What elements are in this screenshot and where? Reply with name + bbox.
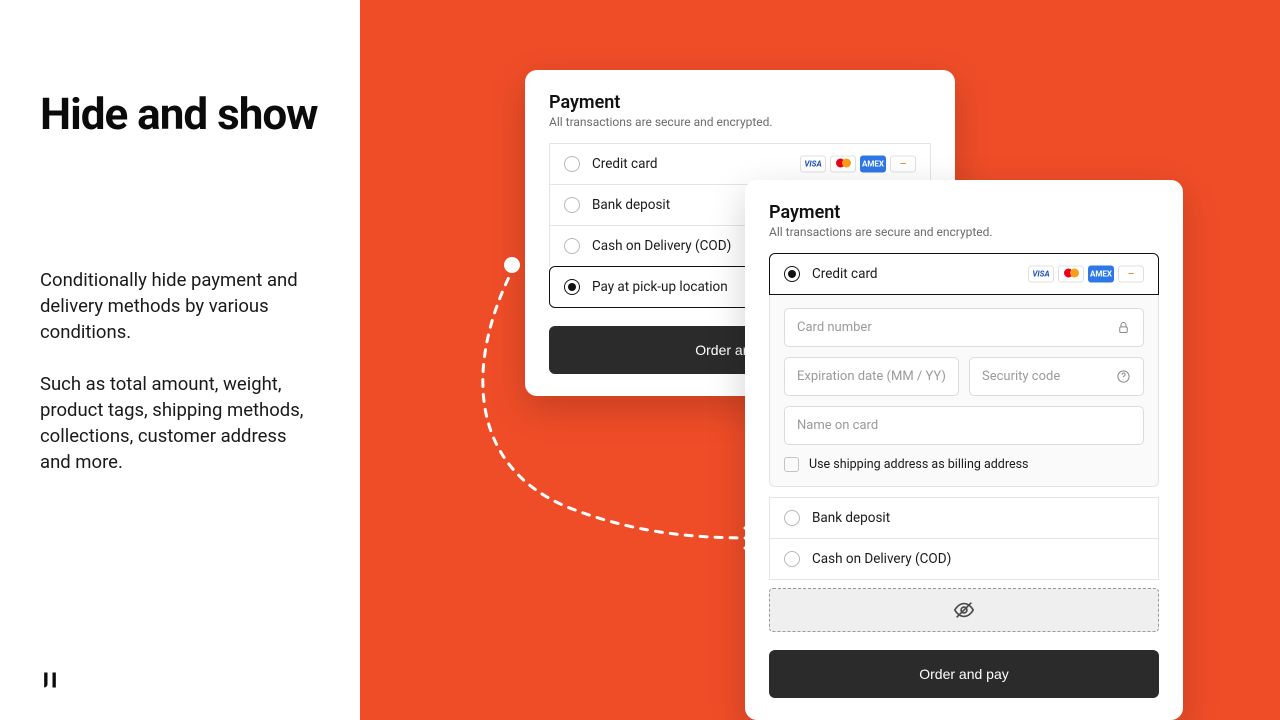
discover-icon: —	[890, 156, 916, 173]
card-brand-icons: VISA AMEX —	[1028, 266, 1144, 283]
mastercard-icon	[830, 156, 856, 173]
payment-option-label: Pay at pick-up location	[592, 279, 728, 295]
payment-title: Payment	[769, 202, 1159, 223]
radio-icon	[564, 238, 580, 254]
expiration-field[interactable]: Expiration date (MM / YY)	[784, 357, 959, 396]
checkbox-icon	[784, 457, 799, 472]
discover-icon: —	[1118, 266, 1144, 283]
payment-subtitle: All transactions are secure and encrypte…	[769, 225, 1159, 239]
order-and-pay-button[interactable]: Order and pay	[769, 650, 1159, 698]
billing-address-checkbox[interactable]: Use shipping address as billing address	[784, 445, 1144, 480]
connector-start-dot	[504, 257, 520, 273]
security-code-field[interactable]: Security code	[969, 357, 1144, 396]
lock-icon	[1116, 320, 1131, 335]
payment-option-credit-card[interactable]: Credit card VISA AMEX —	[549, 143, 931, 184]
payment-title: Payment	[549, 92, 931, 113]
body-copy: Conditionally hide payment and delivery …	[40, 268, 320, 475]
radio-icon	[564, 156, 580, 172]
help-icon	[1116, 369, 1131, 384]
name-on-card-field[interactable]: Name on card	[784, 406, 1144, 445]
placeholder: Name on card	[797, 418, 878, 433]
brand-logo	[40, 670, 60, 690]
payment-option-label: Credit card	[592, 156, 658, 172]
placeholder: Expiration date (MM / YY)	[797, 369, 946, 384]
amex-icon: AMEX	[860, 156, 886, 173]
hidden-payment-placeholder	[769, 588, 1159, 632]
eye-off-icon	[953, 599, 975, 621]
credit-card-form: Card number Expiration date (MM / YY) Se…	[769, 294, 1159, 487]
payment-option-label: Bank deposit	[812, 510, 890, 526]
visa-icon: VISA	[800, 156, 826, 173]
radio-icon	[784, 510, 800, 526]
payment-option-label: Bank deposit	[592, 197, 670, 213]
payment-option-label: Cash on Delivery (COD)	[812, 551, 951, 567]
visa-icon: VISA	[1028, 266, 1054, 283]
radio-icon	[784, 551, 800, 567]
marketing-panel: Hide and show Conditionally hide payment…	[0, 0, 360, 720]
payment-option-cod[interactable]: Cash on Delivery (COD)	[769, 539, 1159, 580]
radio-icon	[784, 266, 800, 282]
placeholder: Card number	[797, 320, 872, 335]
payment-option-bank-deposit[interactable]: Bank deposit	[769, 497, 1159, 539]
payment-subtitle: All transactions are secure and encrypte…	[549, 115, 931, 129]
radio-icon	[564, 197, 580, 213]
payment-option-label: Cash on Delivery (COD)	[592, 238, 731, 254]
payment-option-label: Credit card	[812, 266, 878, 282]
mastercard-icon	[1058, 266, 1084, 283]
checkout-card-after: Payment All transactions are secure and …	[745, 180, 1183, 720]
headline: Hide and show	[40, 90, 320, 138]
card-brand-icons: VISA AMEX —	[800, 156, 916, 173]
payment-option-credit-card[interactable]: Credit card VISA AMEX —	[769, 253, 1159, 295]
radio-icon	[564, 279, 580, 295]
placeholder: Security code	[982, 369, 1060, 384]
card-number-field[interactable]: Card number	[784, 308, 1144, 347]
checkbox-label: Use shipping address as billing address	[809, 457, 1029, 472]
amex-icon: AMEX	[1088, 266, 1114, 283]
